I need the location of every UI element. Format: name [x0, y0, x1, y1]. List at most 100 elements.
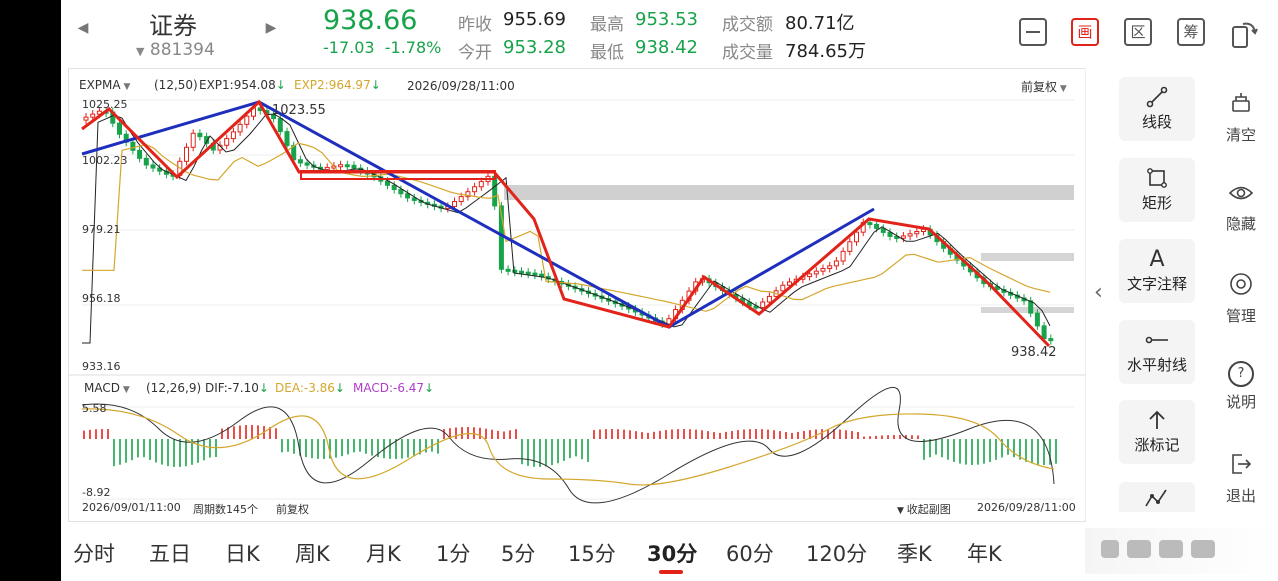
tool-horizontal-ray[interactable]: 水平射线 [1119, 320, 1195, 384]
low-value: 938.42 [635, 37, 698, 58]
kline-chart[interactable]: EXPMA ▼ (12,50) EXP1:954.08↓ EXP2:964.97… [68, 68, 1086, 522]
hide-button[interactable]: 隐藏 [1213, 181, 1269, 234]
period-tab-5day[interactable]: 五日 [149, 538, 191, 568]
period-tab-1min[interactable]: 1分 [436, 538, 470, 568]
period-tab-120min[interactable]: 120分 [806, 538, 867, 568]
period-tab-month[interactable]: 月K [366, 538, 401, 568]
candle-body [472, 186, 478, 193]
tool-text-annotation[interactable]: A 文字注释 [1119, 239, 1195, 303]
candle-body [874, 223, 880, 229]
chips-icon[interactable]: 筹 [1177, 18, 1205, 46]
candle-body [452, 201, 457, 207]
cursor-datetime: 2026/09/28/11:00 [407, 79, 515, 93]
candle-body [237, 123, 243, 133]
clear-button[interactable]: 清空 [1213, 90, 1269, 145]
collapse-subchart-button[interactable]: ▼ 收起副图 [897, 501, 951, 517]
volume-label: 成交量 [722, 43, 773, 63]
candle-body [398, 189, 404, 195]
dea-line [81, 408, 1055, 486]
tool-rectangle[interactable]: 矩形 [1119, 158, 1195, 222]
candle-body [137, 149, 143, 159]
candle-body [284, 131, 290, 147]
candle-body [840, 250, 846, 262]
next-stock-icon[interactable]: ▶ [263, 18, 279, 38]
exit-button[interactable]: 退出 [1213, 451, 1269, 506]
stock-name: 证券 [149, 12, 197, 40]
exit-icon [1213, 451, 1269, 481]
tool-label: 水平射线 [1126, 356, 1187, 374]
period-tab-5min[interactable]: 5分 [501, 538, 535, 568]
tool-up-mark[interactable]: 涨标记 [1119, 400, 1195, 464]
period-tab-fenshi[interactable]: 分时 [73, 538, 115, 568]
stock-chart-screen: ◀ 证券 ▼ 881394 ▶ 938.66 -17.03 -1.78% 昨收 … [61, 0, 1278, 581]
rotate-icon[interactable] [1229, 18, 1261, 50]
panel-divider [1085, 68, 1086, 520]
tool-label: 线段 [1141, 113, 1172, 131]
chart-canvas [69, 99, 1085, 504]
manage-button[interactable]: 管理 [1213, 271, 1269, 326]
tool-more[interactable] [1119, 482, 1195, 512]
candle-body [338, 164, 344, 168]
price-change: -17.03 -1.78% [323, 38, 442, 57]
volume-value: 784.65万 [785, 41, 866, 62]
wave-icon [1145, 489, 1167, 507]
period-tab-year[interactable]: 年K [967, 538, 1002, 568]
up-mark-icon [1119, 408, 1195, 434]
candle-body [244, 115, 250, 125]
draw-icon[interactable]: 画 [1071, 18, 1099, 46]
candle-body [760, 301, 766, 309]
text-annotation-icon: A [1149, 247, 1165, 272]
y-tick-5: 933.16 [82, 360, 121, 373]
region-icon[interactable]: 区 [1124, 18, 1152, 46]
candle-body [130, 141, 136, 151]
prev-stock-icon[interactable]: ◀ [75, 18, 91, 38]
tool-segment[interactable]: 线段 [1119, 77, 1195, 141]
side-action-label: 退出 [1225, 487, 1256, 505]
period-tab-15min[interactable]: 15分 [568, 538, 616, 568]
period-tab-week[interactable]: 周K [295, 538, 330, 568]
candle-body [117, 122, 122, 135]
period-tab-30min[interactable]: 30分 [647, 538, 697, 568]
candle-body [914, 231, 920, 235]
candle-body [833, 260, 839, 267]
side-action-label: 隐藏 [1225, 215, 1256, 233]
candle-body [351, 164, 357, 169]
tool-label: 矩形 [1141, 194, 1172, 212]
period-more-area[interactable] [1085, 528, 1278, 574]
candle-body [854, 231, 859, 243]
macd-y-max: 5.58 [82, 402, 107, 415]
rectangle-icon [1119, 166, 1195, 192]
candle-body [847, 241, 853, 252]
open-label: 今开 [458, 43, 492, 63]
macd-selector[interactable]: MACD ▼ [84, 381, 130, 395]
period-tab-quarter[interactable]: 季K [897, 538, 932, 568]
candle-body [1028, 300, 1034, 314]
adjust-selector[interactable]: 前复权 ▼ [1021, 78, 1067, 95]
start-datetime: 2026/09/01/11:00 [82, 501, 181, 514]
resistance-band [504, 185, 1074, 200]
dif-line [81, 386, 1055, 504]
stock-code: ▼ 881394 [136, 40, 215, 60]
candle-body [867, 222, 873, 226]
y-tick-1: 1025.25 [82, 98, 128, 111]
candle-body [83, 116, 89, 121]
segment-icon [1119, 85, 1195, 111]
macd-value: MACD:-6.47↓ [353, 381, 435, 395]
candle-body [813, 270, 819, 275]
peak-price-label: 1023.55 [272, 103, 326, 118]
footer-adjust: 前复权 [276, 503, 309, 516]
period-tab-day[interactable]: 日K [225, 538, 260, 568]
manage-icon [1213, 271, 1269, 301]
indicator-selector[interactable]: EXPMA ▼ [79, 78, 130, 92]
candle-body [150, 164, 156, 169]
minimize-icon[interactable] [1019, 18, 1047, 46]
candle-body [807, 273, 813, 278]
candle-body [458, 196, 464, 203]
high-label: 最高 [590, 15, 624, 35]
collapse-panel-icon[interactable]: ‹ [1094, 280, 1103, 305]
help-button[interactable]: ? 说明 [1213, 361, 1269, 412]
candle-body [197, 132, 203, 138]
candle-body [324, 166, 330, 170]
period-tab-60min[interactable]: 60分 [726, 538, 774, 568]
candle-body [224, 138, 230, 146]
